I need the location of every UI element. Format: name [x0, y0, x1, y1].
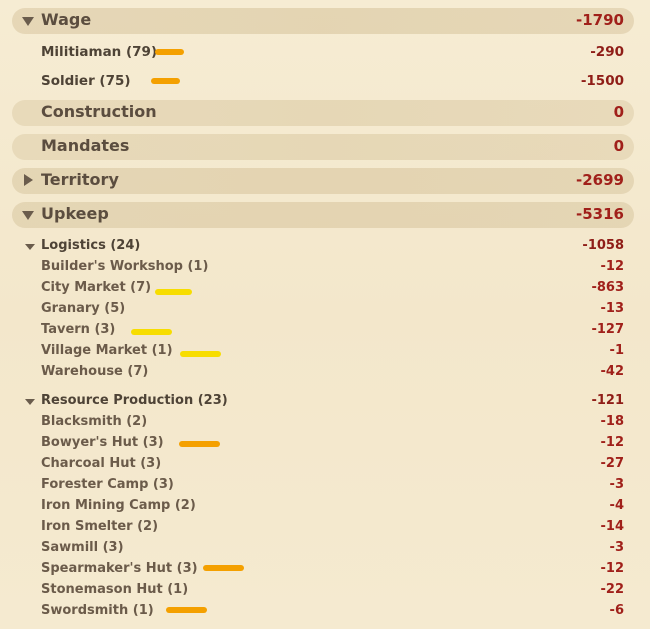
- section-mandates-value: 0: [613, 137, 624, 155]
- list-item: Granary (5) -13: [0, 301, 650, 321]
- list-item: Spearmaker's Hut (3) -12: [0, 561, 650, 581]
- item-value: -3: [609, 477, 624, 492]
- item-label: Forester Camp (3): [41, 477, 174, 492]
- highlight-mark-yellow: [131, 329, 172, 335]
- budget-panel: Wage -1790 Militiaman (79) -290 Soldier …: [0, 0, 650, 629]
- list-item: Iron Smelter (2) -14: [0, 519, 650, 539]
- item-value: -3: [609, 540, 624, 555]
- section-upkeep-header[interactable]: Upkeep -5316: [12, 202, 634, 228]
- item-label: Blacksmith (2): [41, 414, 148, 429]
- wage-item-label: Militiaman (79): [41, 44, 158, 60]
- section-wage-header[interactable]: Wage -1790: [12, 8, 634, 34]
- highlight-mark-yellow: [155, 289, 192, 295]
- collapse-arrow-icon[interactable]: [24, 174, 33, 186]
- item-value: -27: [600, 456, 625, 471]
- expand-arrow-icon[interactable]: [25, 399, 35, 405]
- expand-arrow-icon[interactable]: [25, 244, 35, 250]
- section-construction-header[interactable]: Construction 0: [12, 100, 634, 126]
- item-value: -12: [600, 435, 625, 450]
- item-label: Swordsmith (1): [41, 603, 154, 618]
- highlight-mark-orange: [179, 441, 220, 447]
- item-value: -18: [600, 414, 625, 429]
- section-mandates-header[interactable]: Mandates 0: [12, 134, 634, 160]
- list-item: Swordsmith (1) -6: [0, 603, 650, 623]
- item-value: -1: [609, 343, 624, 358]
- item-value: -13: [600, 301, 625, 316]
- item-value: -22: [600, 582, 625, 597]
- highlight-mark-orange: [203, 565, 244, 571]
- highlight-mark-yellow: [180, 351, 221, 357]
- section-construction-label: Construction: [41, 102, 157, 121]
- item-value: -127: [591, 322, 624, 337]
- list-item: Warehouse (7) -42: [0, 364, 650, 384]
- wage-row-soldier: Soldier (75) -1500: [0, 73, 650, 93]
- item-label: Granary (5): [41, 301, 126, 316]
- highlight-mark-orange: [166, 607, 207, 613]
- item-value: -12: [600, 561, 625, 576]
- list-item: Tavern (3) -127: [0, 322, 650, 342]
- section-construction-value: 0: [613, 103, 624, 121]
- list-item: Sawmill (3) -3: [0, 540, 650, 560]
- list-item: Builder's Workshop (1) -12: [0, 259, 650, 279]
- expand-arrow-icon[interactable]: [22, 17, 34, 26]
- section-territory-label: Territory: [41, 170, 119, 189]
- wage-item-label: Soldier (75): [41, 73, 131, 89]
- subsection-resource-production-value: -121: [591, 393, 624, 408]
- subsection-logistics-value: -1058: [582, 238, 624, 253]
- expand-arrow-icon[interactable]: [22, 211, 34, 220]
- list-item: Charcoal Hut (3) -27: [0, 456, 650, 476]
- subsection-resource-production-header[interactable]: Resource Production (23) -121: [0, 393, 650, 413]
- section-territory-value: -2699: [576, 171, 624, 189]
- item-label: Bowyer's Hut (3): [41, 435, 164, 450]
- item-value: -12: [600, 259, 625, 274]
- list-item: Blacksmith (2) -18: [0, 414, 650, 434]
- item-value: -4: [609, 498, 624, 513]
- subsection-logistics-header[interactable]: Logistics (24) -1058: [0, 238, 650, 258]
- item-value: -42: [600, 364, 625, 379]
- list-item: City Market (7) -863: [0, 280, 650, 300]
- section-wage-label: Wage: [41, 10, 92, 29]
- wage-item-value: -1500: [580, 73, 624, 89]
- list-item: Forester Camp (3) -3: [0, 477, 650, 497]
- subsection-logistics-label: Logistics (24): [41, 238, 141, 253]
- item-value: -6: [609, 603, 624, 618]
- section-territory-header[interactable]: Territory -2699: [12, 168, 634, 194]
- section-upkeep-label: Upkeep: [41, 204, 109, 223]
- highlight-mark-orange: [155, 49, 184, 55]
- item-label: Village Market (1): [41, 343, 173, 358]
- item-value: -14: [600, 519, 625, 534]
- section-wage-value: -1790: [576, 11, 624, 29]
- item-label: Tavern (3): [41, 322, 116, 337]
- list-item: Stonemason Hut (1) -22: [0, 582, 650, 602]
- section-mandates-label: Mandates: [41, 136, 130, 155]
- list-item: Village Market (1) -1: [0, 343, 650, 363]
- item-label: Iron Mining Camp (2): [41, 498, 196, 513]
- item-label: Builder's Workshop (1): [41, 259, 209, 274]
- list-item: Iron Mining Camp (2) -4: [0, 498, 650, 518]
- section-upkeep-value: -5316: [576, 205, 624, 223]
- item-label: Iron Smelter (2): [41, 519, 159, 534]
- wage-item-value: -290: [590, 44, 624, 60]
- item-label: City Market (7): [41, 280, 152, 295]
- item-label: Warehouse (7): [41, 364, 149, 379]
- item-value: -863: [591, 280, 624, 295]
- wage-row-militiaman: Militiaman (79) -290: [0, 44, 650, 64]
- item-label: Sawmill (3): [41, 540, 124, 555]
- item-label: Charcoal Hut (3): [41, 456, 162, 471]
- item-label: Spearmaker's Hut (3): [41, 561, 198, 576]
- subsection-resource-production-label: Resource Production (23): [41, 393, 228, 408]
- list-item: Bowyer's Hut (3) -12: [0, 435, 650, 455]
- item-label: Stonemason Hut (1): [41, 582, 189, 597]
- highlight-mark-orange: [151, 78, 180, 84]
